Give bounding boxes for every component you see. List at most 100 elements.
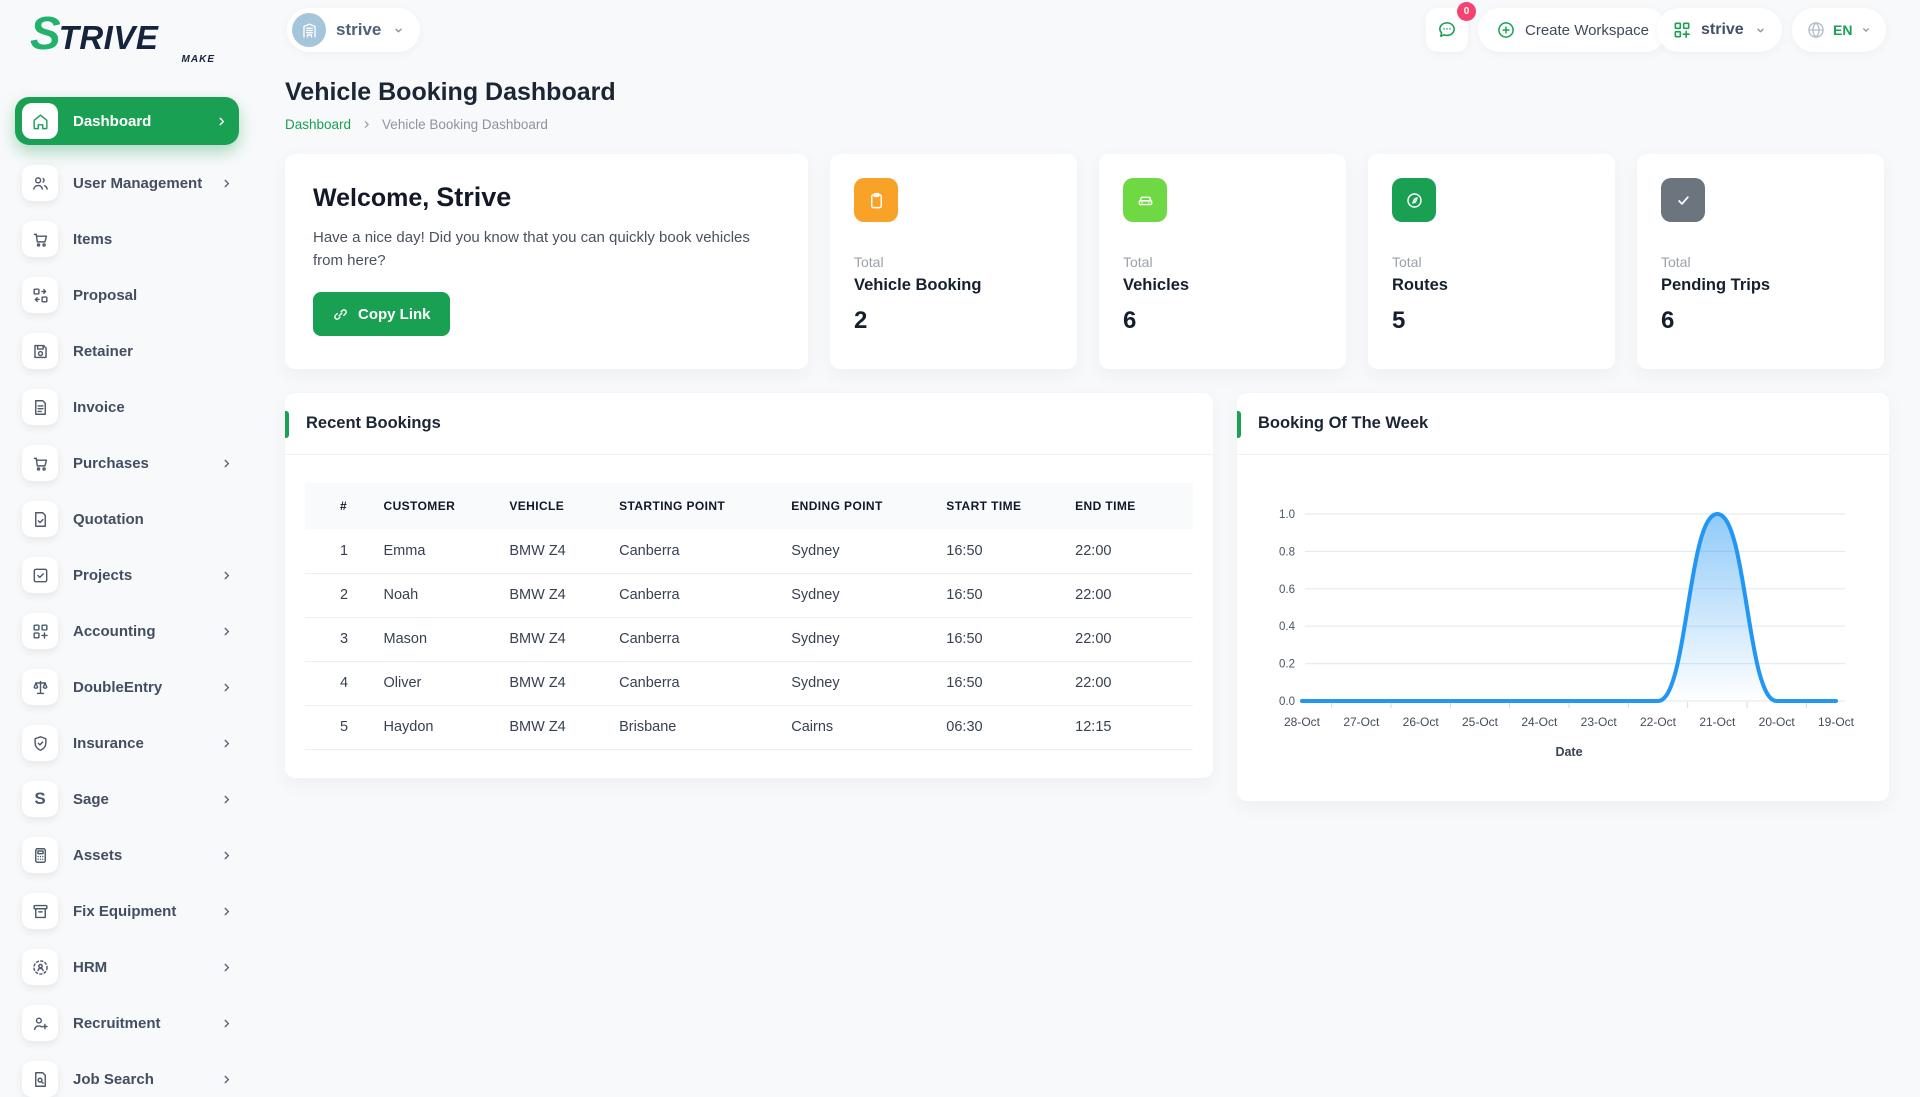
- chevron-right-icon: [219, 1016, 234, 1031]
- sidebar-item-sage[interactable]: SSage: [22, 781, 234, 817]
- sidebar-item-purchases[interactable]: Purchases: [22, 445, 234, 481]
- recent-bookings-title: Recent Bookings: [306, 414, 441, 433]
- sidebar-nav: Dashboard User Management Items Proposal Ret…: [0, 97, 260, 1097]
- archive-icon: [22, 893, 58, 929]
- recent-bookings-card: Recent Bookings #CUSTOMERVEHICLESTARTING…: [285, 393, 1213, 778]
- scales-icon: [22, 669, 58, 705]
- brand-logo[interactable]: S TRIVE MAKE: [30, 10, 215, 65]
- table-cell: 1: [305, 529, 384, 573]
- sidebar-item-label: Recruitment: [73, 1015, 161, 1032]
- copy-link-label: Copy Link: [358, 306, 431, 323]
- table-cell: BMW Z4: [509, 705, 619, 749]
- stat-label: Routes: [1392, 276, 1591, 295]
- svg-text:0.8: 0.8: [1279, 546, 1295, 558]
- table-cell: Oliver: [384, 661, 510, 705]
- stat-caption: Total: [1661, 254, 1860, 270]
- table-cell: BMW Z4: [509, 617, 619, 661]
- sidebar-item-items[interactable]: Items: [22, 221, 234, 257]
- stat-value: 5: [1392, 307, 1591, 335]
- sidebar-item-user-management[interactable]: User Management: [22, 165, 234, 201]
- chevron-right-icon: [360, 118, 373, 131]
- table-row: 3MasonBMW Z4CanberraSydney16:5022:00: [305, 617, 1193, 661]
- topbar: S TRIVE MAKE strive 0 Create Workspace s…: [0, 0, 1920, 70]
- user-plus-icon: [22, 1005, 58, 1041]
- table-cell: 3: [305, 617, 384, 661]
- svg-text:28-Oct: 28-Oct: [1284, 715, 1321, 729]
- square-check-icon: [22, 557, 58, 593]
- sidebar-item-insurance[interactable]: Insurance: [22, 725, 234, 761]
- sidebar-item-proposal[interactable]: Proposal: [22, 277, 234, 313]
- table-cell: Sydney: [791, 573, 946, 617]
- create-workspace-button[interactable]: Create Workspace: [1478, 8, 1667, 52]
- file-check-icon: [22, 501, 58, 537]
- sidebar-item-label: Retainer: [73, 343, 133, 360]
- workspace-selector[interactable]: strive: [287, 8, 420, 52]
- svg-text:Date: Date: [1555, 745, 1582, 759]
- svg-text:0.6: 0.6: [1279, 584, 1295, 596]
- sidebar-item-label: Invoice: [73, 399, 125, 416]
- copy-link-button[interactable]: Copy Link: [313, 292, 450, 336]
- plus-circle-icon: [1496, 20, 1516, 40]
- sidebar-item-label: Items: [73, 231, 112, 248]
- proposal-icon: [22, 277, 58, 313]
- messages-button[interactable]: 0: [1426, 8, 1468, 52]
- stat-card-routes: TotalRoutes5: [1368, 154, 1615, 369]
- logo-mark: S: [30, 10, 59, 56]
- sidebar-item-label: Quotation: [73, 511, 144, 528]
- table-cell: Mason: [384, 617, 510, 661]
- svg-text:25-Oct: 25-Oct: [1462, 715, 1499, 729]
- sidebar-item-label: Projects: [73, 567, 132, 584]
- table-cell: 06:30: [946, 705, 1075, 749]
- welcome-username: Strive: [436, 182, 511, 212]
- accent-bar: [1237, 411, 1241, 438]
- page-title: Vehicle Booking Dashboard: [285, 78, 1890, 107]
- sidebar-item-accounting[interactable]: Accounting: [22, 613, 234, 649]
- table-row: 5HaydonBMW Z4BrisbaneCairns06:3012:15: [305, 705, 1193, 749]
- cart-icon: [22, 221, 58, 257]
- svg-text:20-Oct: 20-Oct: [1759, 715, 1796, 729]
- workspace-name: strive: [336, 20, 381, 40]
- sidebar-item-label: Dashboard: [73, 113, 151, 130]
- workspace-avatar: [292, 13, 326, 47]
- grid-plus-icon: [22, 613, 58, 649]
- sidebar-item-doubleentry[interactable]: DoubleEntry: [22, 669, 234, 705]
- sidebar-item-label: Accounting: [73, 623, 156, 640]
- breadcrumb-dashboard-link[interactable]: Dashboard: [285, 117, 351, 132]
- table-cell: Canberra: [619, 661, 791, 705]
- table-cell: 4: [305, 661, 384, 705]
- table-cell: 5: [305, 705, 384, 749]
- sidebar-item-retainer[interactable]: Retainer: [22, 333, 234, 369]
- sidebar-item-label: HRM: [73, 959, 107, 976]
- welcome-message: Have a nice day! Did you know that you c…: [313, 227, 783, 272]
- logo-text: TRIVE: [59, 21, 159, 54]
- chevron-right-icon: [219, 736, 234, 751]
- sidebar-item-fix-equipment[interactable]: Fix Equipment: [22, 893, 234, 929]
- svg-text:0.2: 0.2: [1279, 659, 1295, 671]
- table-cell: Sydney: [791, 529, 946, 573]
- sidebar-item-dashboard[interactable]: Dashboard: [15, 97, 239, 145]
- sidebar-item-assets[interactable]: Assets: [22, 837, 234, 873]
- stat-value: 2: [854, 307, 1053, 335]
- sidebar-item-hrm[interactable]: HRM: [22, 949, 234, 985]
- sidebar-item-invoice[interactable]: Invoice: [22, 389, 234, 425]
- stat-label: Pending Trips: [1661, 276, 1860, 295]
- grid-plus-icon: [1672, 20, 1692, 40]
- svg-text:22-Oct: 22-Oct: [1640, 715, 1677, 729]
- chevron-down-icon: [391, 23, 406, 38]
- recent-bookings-header: Recent Bookings: [285, 393, 1213, 455]
- sidebar-item-job-search[interactable]: Job Search: [22, 1061, 234, 1097]
- table-cell: 12:15: [1075, 705, 1193, 749]
- stat-value: 6: [1123, 307, 1322, 335]
- check-icon: [1661, 178, 1705, 222]
- chevron-right-icon: [214, 114, 229, 129]
- workspace-dropdown[interactable]: strive: [1657, 8, 1782, 52]
- sidebar-item-projects[interactable]: Projects: [22, 557, 234, 593]
- notification-badge: 0: [1457, 2, 1476, 21]
- svg-text:21-Oct: 21-Oct: [1699, 715, 1736, 729]
- language-selector[interactable]: EN: [1792, 8, 1886, 52]
- letter-s-icon: S: [22, 781, 58, 817]
- svg-text:26-Oct: 26-Oct: [1403, 715, 1440, 729]
- svg-text:19-Oct: 19-Oct: [1818, 715, 1855, 729]
- sidebar-item-recruitment[interactable]: Recruitment: [22, 1005, 234, 1041]
- sidebar-item-quotation[interactable]: Quotation: [22, 501, 234, 537]
